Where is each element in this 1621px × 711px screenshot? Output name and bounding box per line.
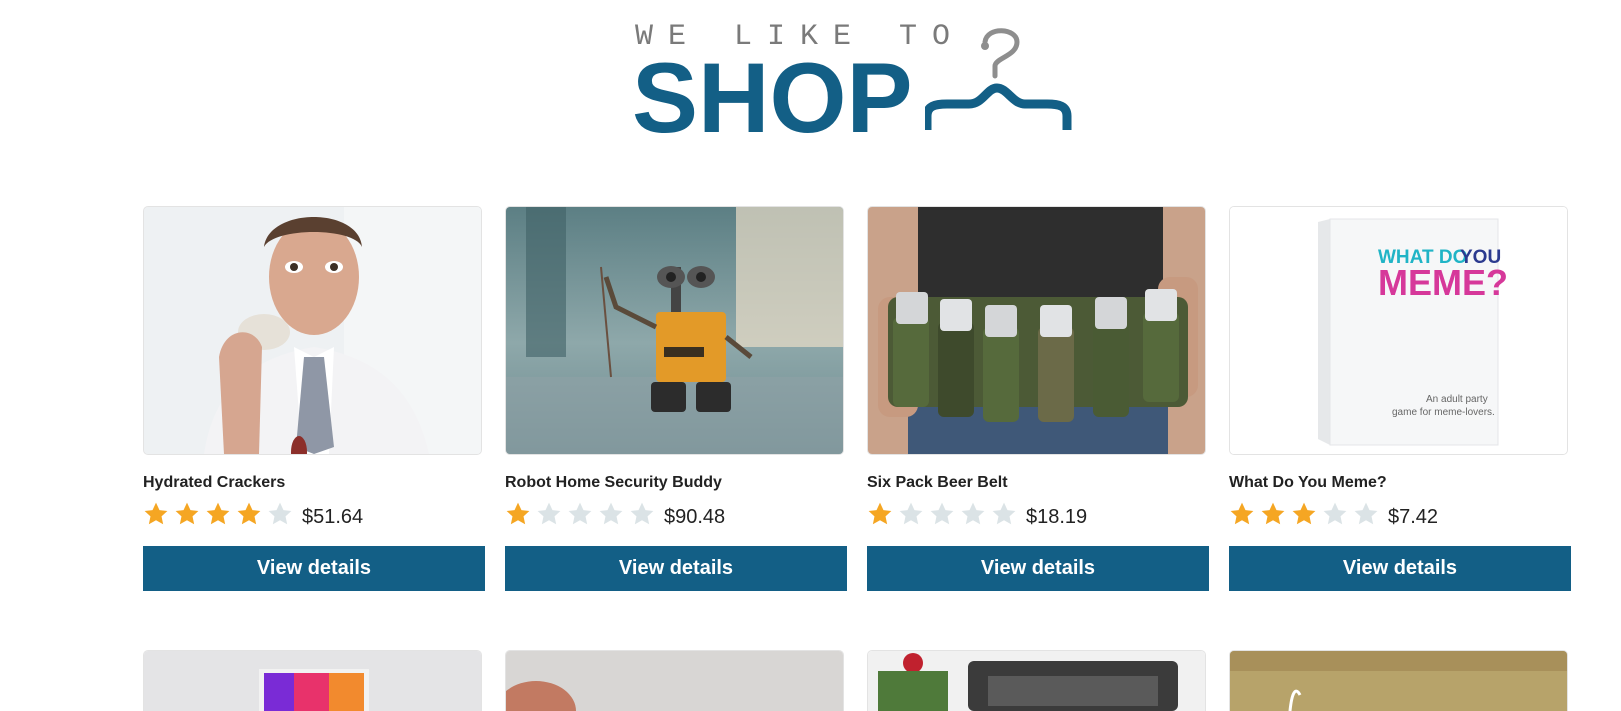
product-price: $90.48 — [664, 505, 726, 528]
view-details-button[interactable]: View details — [505, 546, 847, 591]
view-details-button[interactable]: View details — [867, 546, 1209, 591]
product-image[interactable]: WHAT DO YOU MEME? An adult party game fo… — [1229, 206, 1568, 455]
product-card: WHAT DO YOU MEME? An adult party game fo… — [1229, 206, 1574, 596]
product-grid: Hydrated Crackers $51.64 View details Ro… — [0, 0, 1621, 711]
product-rating: $90.48 — [505, 500, 725, 530]
product-price: $51.64 — [302, 505, 364, 528]
star-empty-icon — [960, 501, 991, 529]
star-empty-icon — [629, 501, 660, 529]
star-empty-icon — [929, 501, 960, 529]
star-empty-icon — [898, 501, 929, 529]
star-empty-icon — [1353, 501, 1384, 529]
product-image[interactable] — [143, 206, 482, 455]
star-empty-icon — [567, 501, 598, 529]
product-image[interactable] — [505, 650, 844, 711]
view-details-button[interactable]: View details — [1229, 546, 1571, 591]
view-details-button[interactable]: View details — [143, 546, 485, 591]
meme-box-line2: MEME? — [1378, 262, 1508, 303]
product-name[interactable]: Robot Home Security Buddy — [505, 474, 722, 492]
product-image[interactable] — [867, 206, 1206, 455]
star-filled-icon — [236, 501, 267, 529]
meme-box-tagline2: game for meme-lovers. — [1392, 407, 1495, 418]
product-price: $7.42 — [1388, 505, 1439, 528]
product-name[interactable]: What Do You Meme? — [1229, 474, 1387, 492]
product-card: Hydrated Crackers $51.64 View details — [143, 206, 488, 596]
product-image[interactable] — [505, 206, 844, 455]
star-empty-icon — [536, 501, 567, 529]
star-filled-icon — [867, 501, 898, 529]
product-image[interactable] — [1229, 650, 1568, 711]
star-empty-icon — [991, 501, 1022, 529]
product-rating: $7.42 — [1229, 500, 1438, 530]
star-filled-icon — [1291, 501, 1322, 529]
star-empty-icon — [1322, 501, 1353, 529]
product-image[interactable] — [143, 650, 482, 711]
star-filled-icon — [505, 501, 536, 529]
star-filled-icon — [1229, 501, 1260, 529]
product-price: $18.19 — [1026, 505, 1088, 528]
product-rating: $51.64 — [143, 500, 363, 530]
star-filled-icon — [143, 501, 174, 529]
meme-box-tagline1: An adult party — [1426, 394, 1488, 405]
star-filled-icon — [205, 501, 236, 529]
star-filled-icon — [174, 501, 205, 529]
product-rating: $18.19 — [867, 500, 1087, 530]
star-filled-icon — [1260, 501, 1291, 529]
product-card: Six Pack Beer Belt $18.19 View details — [867, 206, 1212, 596]
product-name[interactable]: Six Pack Beer Belt — [867, 474, 1008, 492]
product-card: Robot Home Security Buddy $90.48 View de… — [505, 206, 850, 596]
star-empty-icon — [267, 501, 298, 529]
star-empty-icon — [598, 501, 629, 529]
product-name[interactable]: Hydrated Crackers — [143, 474, 285, 492]
product-image[interactable] — [867, 650, 1206, 711]
